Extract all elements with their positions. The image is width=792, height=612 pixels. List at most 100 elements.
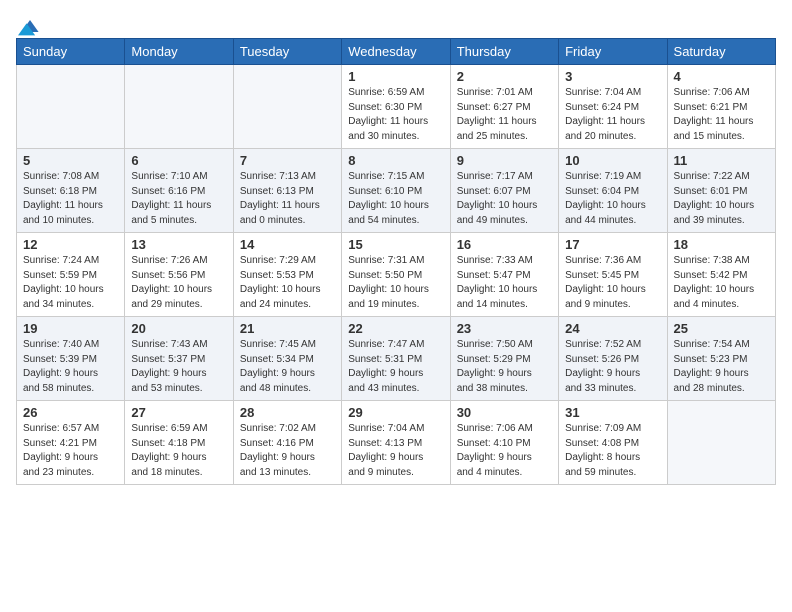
day-info: Sunrise: 6:59 AMSunset: 4:18 PMDaylight:… [131, 422, 226, 480]
day-number: 10 [565, 153, 660, 168]
day-info: Sunrise: 7:54 AMSunset: 5:23 PMDaylight:… [674, 338, 769, 396]
weekday-header: Saturday [667, 39, 775, 65]
day-number: 24 [565, 321, 660, 336]
calendar-cell: 20 Sunrise: 7:43 AMSunset: 5:37 PMDayligh… [125, 317, 233, 401]
calendar: SundayMondayTuesdayWednesdayThursdayFrid… [16, 38, 776, 485]
day-number: 12 [23, 237, 118, 252]
day-number: 31 [565, 405, 660, 420]
calendar-cell: 6Sunrise: 7:10 AMSunset: 6:16 PMDaylight… [125, 149, 233, 233]
calendar-cell: 25 Sunrise: 7:54 AMSunset: 5:23 PMDayligh… [667, 317, 775, 401]
day-number: 30 [457, 405, 552, 420]
calendar-cell: 13 Sunrise: 7:26 AMSunset: 5:56 PMDayligh… [125, 233, 233, 317]
day-info: Sunrise: 7:38 AMSunset: 5:42 PMDaylight:… [674, 254, 769, 312]
calendar-cell: 8 Sunrise: 7:15 AMSunset: 6:10 PMDaylight… [342, 149, 450, 233]
calendar-cell: 2 Sunrise: 7:01 AMSunset: 6:27 PMDaylight… [450, 65, 558, 149]
day-number: 20 [131, 321, 226, 336]
day-number: 27 [131, 405, 226, 420]
day-info: Sunrise: 7:45 AMSunset: 5:34 PMDaylight:… [240, 338, 335, 396]
day-info: Sunrise: 7:50 AMSunset: 5:29 PMDaylight:… [457, 338, 552, 396]
calendar-cell: 27 Sunrise: 6:59 AMSunset: 4:18 PMDayligh… [125, 401, 233, 485]
day-info: Sunrise: 7:29 AMSunset: 5:53 PMDaylight:… [240, 254, 335, 312]
calendar-cell [233, 65, 341, 149]
day-info: Sunrise: 7:04 AMSunset: 4:13 PMDaylight:… [348, 422, 443, 480]
calendar-cell: 17Sunrise: 7:36 AMSunset: 5:45 PMDayligh… [559, 233, 667, 317]
day-number: 8 [348, 153, 443, 168]
day-info: Sunrise: 7:09 AMSunset: 4:08 PMDaylight:… [565, 422, 660, 480]
calendar-cell: 1Sunrise: 6:59 AMSunset: 6:30 PMDaylight… [342, 65, 450, 149]
day-info: Sunrise: 7:52 AMSunset: 5:26 PMDaylight:… [565, 338, 660, 396]
day-number: 5 [23, 153, 118, 168]
calendar-cell: 9 Sunrise: 7:17 AMSunset: 6:07 PMDaylight… [450, 149, 558, 233]
calendar-cell: 16 Sunrise: 7:33 AMSunset: 5:47 PMDayligh… [450, 233, 558, 317]
calendar-cell: 19Sunrise: 7:40 AMSunset: 5:39 PMDayligh… [17, 317, 125, 401]
day-info: Sunrise: 7:02 AMSunset: 4:16 PMDaylight:… [240, 422, 335, 480]
calendar-cell: 29Sunrise: 7:04 AMSunset: 4:13 PMDayligh… [342, 401, 450, 485]
day-number: 4 [674, 69, 769, 84]
calendar-cell [17, 65, 125, 149]
calendar-body: 1Sunrise: 6:59 AMSunset: 6:30 PMDaylight… [17, 65, 776, 485]
calendar-cell: 31 Sunrise: 7:09 AMSunset: 4:08 PMDayligh… [559, 401, 667, 485]
day-info: Sunrise: 7:06 AMSunset: 6:21 PMDaylight:… [674, 86, 769, 144]
day-info: Sunrise: 7:26 AMSunset: 5:56 PMDaylight:… [131, 254, 226, 312]
weekday-header: Friday [559, 39, 667, 65]
day-info: Sunrise: 6:57 AMSunset: 4:21 PMDaylight:… [23, 422, 118, 480]
logo-icon [18, 16, 42, 36]
day-number: 14 [240, 237, 335, 252]
day-info: Sunrise: 7:13 AMSunset: 6:13 PMDaylight:… [240, 170, 335, 228]
calendar-cell [125, 65, 233, 149]
day-info: Sunrise: 7:17 AMSunset: 6:07 PMDaylight:… [457, 170, 552, 228]
weekday-header: Thursday [450, 39, 558, 65]
day-info: Sunrise: 7:19 AMSunset: 6:04 PMDaylight:… [565, 170, 660, 228]
day-info: Sunrise: 7:15 AMSunset: 6:10 PMDaylight:… [348, 170, 443, 228]
day-info: Sunrise: 7:33 AMSunset: 5:47 PMDaylight:… [457, 254, 552, 312]
calendar-cell: 7Sunrise: 7:13 AMSunset: 6:13 PMDaylight… [233, 149, 341, 233]
calendar-cell: 28Sunrise: 7:02 AMSunset: 4:16 PMDayligh… [233, 401, 341, 485]
day-number: 15 [348, 237, 443, 252]
day-info: Sunrise: 7:08 AMSunset: 6:18 PMDaylight:… [23, 170, 118, 228]
calendar-cell: 30 Sunrise: 7:06 AMSunset: 4:10 PMDayligh… [450, 401, 558, 485]
calendar-header: SundayMondayTuesdayWednesdayThursdayFrid… [17, 39, 776, 65]
calendar-cell: 4 Sunrise: 7:06 AMSunset: 6:21 PMDaylight… [667, 65, 775, 149]
day-number: 18 [674, 237, 769, 252]
day-number: 9 [457, 153, 552, 168]
day-info: Sunrise: 7:04 AMSunset: 6:24 PMDaylight:… [565, 86, 660, 144]
day-number: 21 [240, 321, 335, 336]
calendar-week-row: 26Sunrise: 6:57 AMSunset: 4:21 PMDayligh… [17, 401, 776, 485]
day-info: Sunrise: 7:31 AMSunset: 5:50 PMDaylight:… [348, 254, 443, 312]
day-info: Sunrise: 7:24 AMSunset: 5:59 PMDaylight:… [23, 254, 118, 312]
weekday-header: Sunday [17, 39, 125, 65]
calendar-cell: 18 Sunrise: 7:38 AMSunset: 5:42 PMDayligh… [667, 233, 775, 317]
calendar-cell: 24 Sunrise: 7:52 AMSunset: 5:26 PMDayligh… [559, 317, 667, 401]
day-number: 11 [674, 153, 769, 168]
calendar-cell: 5 Sunrise: 7:08 AMSunset: 6:18 PMDaylight… [17, 149, 125, 233]
calendar-week-row: 1Sunrise: 6:59 AMSunset: 6:30 PMDaylight… [17, 65, 776, 149]
day-number: 3 [565, 69, 660, 84]
day-info: Sunrise: 7:40 AMSunset: 5:39 PMDaylight:… [23, 338, 118, 396]
calendar-cell: 10 Sunrise: 7:19 AMSunset: 6:04 PMDayligh… [559, 149, 667, 233]
day-number: 6 [131, 153, 226, 168]
calendar-cell: 23Sunrise: 7:50 AMSunset: 5:29 PMDayligh… [450, 317, 558, 401]
day-info: Sunrise: 7:22 AMSunset: 6:01 PMDaylight:… [674, 170, 769, 228]
day-info: Sunrise: 7:06 AMSunset: 4:10 PMDaylight:… [457, 422, 552, 480]
calendar-cell: 11 Sunrise: 7:22 AMSunset: 6:01 PMDayligh… [667, 149, 775, 233]
day-number: 2 [457, 69, 552, 84]
calendar-cell: 12 Sunrise: 7:24 AMSunset: 5:59 PMDayligh… [17, 233, 125, 317]
day-info: Sunrise: 7:01 AMSunset: 6:27 PMDaylight:… [457, 86, 552, 144]
logo [16, 16, 42, 30]
weekday-header: Wednesday [342, 39, 450, 65]
day-number: 1 [348, 69, 443, 84]
day-info: Sunrise: 7:36 AMSunset: 5:45 PMDaylight:… [565, 254, 660, 312]
calendar-cell: 15 Sunrise: 7:31 AMSunset: 5:50 PMDayligh… [342, 233, 450, 317]
day-info: Sunrise: 7:47 AMSunset: 5:31 PMDaylight:… [348, 338, 443, 396]
page-header [16, 16, 776, 30]
weekday-header: Monday [125, 39, 233, 65]
calendar-cell: 21 Sunrise: 7:45 AMSunset: 5:34 PMDayligh… [233, 317, 341, 401]
day-number: 25 [674, 321, 769, 336]
weekday-header: Tuesday [233, 39, 341, 65]
calendar-cell: 22Sunrise: 7:47 AMSunset: 5:31 PMDayligh… [342, 317, 450, 401]
calendar-cell: 14 Sunrise: 7:29 AMSunset: 5:53 PMDayligh… [233, 233, 341, 317]
day-info: Sunrise: 7:43 AMSunset: 5:37 PMDaylight:… [131, 338, 226, 396]
day-number: 16 [457, 237, 552, 252]
calendar-cell: 3 Sunrise: 7:04 AMSunset: 6:24 PMDaylight… [559, 65, 667, 149]
day-number: 13 [131, 237, 226, 252]
